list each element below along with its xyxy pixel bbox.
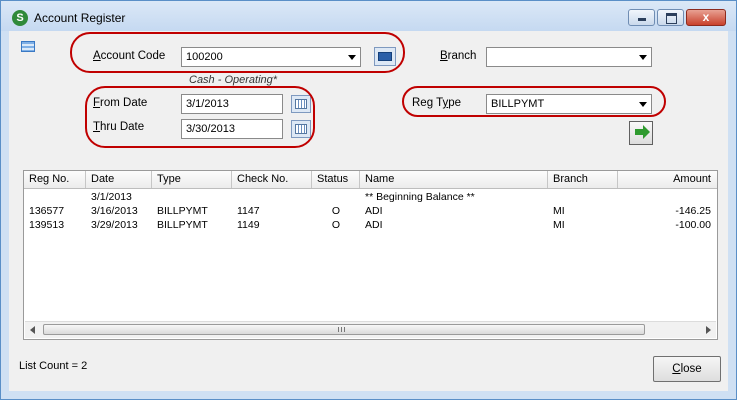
calendar-icon bbox=[295, 124, 307, 134]
cell-date: 3/16/2013 bbox=[91, 205, 138, 217]
cell-status: O bbox=[331, 205, 341, 217]
from-date-input[interactable]: 3/1/2013 bbox=[181, 94, 283, 114]
column-header-status[interactable]: Status bbox=[312, 171, 360, 188]
chevron-down-icon[interactable] bbox=[345, 49, 359, 65]
cell-type: BILLPYMT bbox=[157, 219, 208, 231]
branch-label: Branch bbox=[440, 50, 477, 62]
cell-reg-no bbox=[24, 190, 86, 204]
go-button[interactable] bbox=[629, 121, 653, 145]
cell-branch: MI bbox=[553, 219, 565, 231]
cell-branch: MI bbox=[553, 205, 565, 217]
close-icon: x bbox=[702, 10, 710, 24]
scrollbar-thumb[interactable] bbox=[43, 324, 645, 335]
scroll-left-icon[interactable] bbox=[30, 326, 35, 334]
account-lookup-button[interactable] bbox=[374, 47, 396, 66]
cell-name: ADI bbox=[365, 219, 383, 231]
cell-date: 3/29/2013 bbox=[91, 219, 138, 231]
window-close-button[interactable]: x bbox=[686, 9, 726, 26]
account-code-value: 100200 bbox=[186, 51, 223, 63]
chevron-down-icon[interactable] bbox=[636, 96, 650, 112]
table-row[interactable]: 136577 3/16/2013 BILLPYMT 1147 O ADI MI … bbox=[24, 204, 717, 218]
table-row[interactable]: 139513 3/29/2013 BILLPYMT 1149 O ADI MI … bbox=[24, 218, 717, 232]
maximize-button[interactable] bbox=[657, 9, 684, 26]
register-grid[interactable]: Reg No. Date Type Check No. Status Name … bbox=[23, 170, 718, 340]
grip-icon bbox=[338, 327, 347, 332]
cell-branch bbox=[548, 190, 618, 204]
minimize-icon bbox=[638, 18, 646, 21]
scroll-right-icon[interactable] bbox=[706, 326, 711, 334]
column-header-date[interactable]: Date bbox=[86, 171, 152, 188]
window-title: Account Register bbox=[34, 11, 126, 25]
horizontal-scrollbar[interactable] bbox=[25, 321, 716, 338]
from-date-label: From Date bbox=[93, 97, 148, 109]
cell-reg-no: 136577 bbox=[29, 205, 65, 217]
account-description: Cash - Operating* bbox=[189, 74, 278, 86]
account-code-dropdown[interactable]: 100200 bbox=[181, 47, 361, 67]
column-header-reg-no[interactable]: Reg No. bbox=[24, 171, 86, 188]
from-date-calendar-button[interactable] bbox=[291, 95, 311, 113]
cell-name: ADI bbox=[365, 205, 383, 217]
green-arrow-icon bbox=[635, 125, 650, 139]
list-count: List Count = 2 bbox=[19, 360, 88, 372]
cell-status bbox=[312, 190, 360, 204]
s-logo-icon: S bbox=[12, 10, 28, 26]
thru-date-input[interactable]: 3/30/2013 bbox=[181, 119, 283, 139]
form-client-area: Account Code 100200 Cash - Operating* Br… bbox=[9, 31, 728, 391]
cell-type: BILLPYMT bbox=[157, 205, 208, 217]
cell-status: O bbox=[331, 219, 341, 231]
calendar-icon bbox=[295, 99, 307, 109]
cell-check-no bbox=[232, 190, 312, 204]
table-row[interactable]: 3/1/2013 ** Beginning Balance ** bbox=[24, 190, 717, 204]
cell-date: 3/1/2013 bbox=[91, 191, 132, 203]
account-code-label: Account Code bbox=[93, 50, 166, 62]
list-menu-icon[interactable] bbox=[21, 41, 35, 52]
close-button[interactable]: Close bbox=[653, 356, 721, 382]
column-header-amount[interactable]: Amount bbox=[618, 171, 717, 188]
cell-check-no: 1147 bbox=[237, 205, 260, 217]
thru-date-label: Thru Date bbox=[93, 121, 145, 133]
cell-type bbox=[152, 190, 232, 204]
chevron-down-icon[interactable] bbox=[636, 49, 650, 65]
book-lookup-icon bbox=[378, 52, 392, 61]
reg-type-label: Reg Type bbox=[412, 97, 462, 109]
account-register-window: S Account Register x Account Code 100200… bbox=[0, 0, 737, 400]
cell-amount: -146.25 bbox=[675, 205, 711, 217]
reg-type-dropdown[interactable]: BILLPYMT bbox=[486, 94, 652, 114]
maximize-icon bbox=[666, 13, 677, 24]
column-header-name[interactable]: Name bbox=[360, 171, 548, 188]
column-header-type[interactable]: Type bbox=[152, 171, 232, 188]
branch-dropdown[interactable] bbox=[486, 47, 652, 67]
column-header-branch[interactable]: Branch bbox=[548, 171, 618, 188]
thru-date-calendar-button[interactable] bbox=[291, 120, 311, 138]
cell-reg-no: 139513 bbox=[29, 219, 65, 231]
minimize-button[interactable] bbox=[628, 9, 655, 26]
cell-name: ** Beginning Balance ** bbox=[365, 191, 475, 203]
reg-type-value: BILLPYMT bbox=[491, 98, 545, 110]
title-bar[interactable]: S Account Register x bbox=[1, 1, 736, 31]
cell-amount bbox=[618, 190, 717, 204]
column-header-check-no[interactable]: Check No. bbox=[232, 171, 312, 188]
grid-header: Reg No. Date Type Check No. Status Name … bbox=[24, 171, 717, 189]
cell-amount: -100.00 bbox=[675, 219, 711, 231]
cell-check-no: 1149 bbox=[237, 219, 260, 231]
